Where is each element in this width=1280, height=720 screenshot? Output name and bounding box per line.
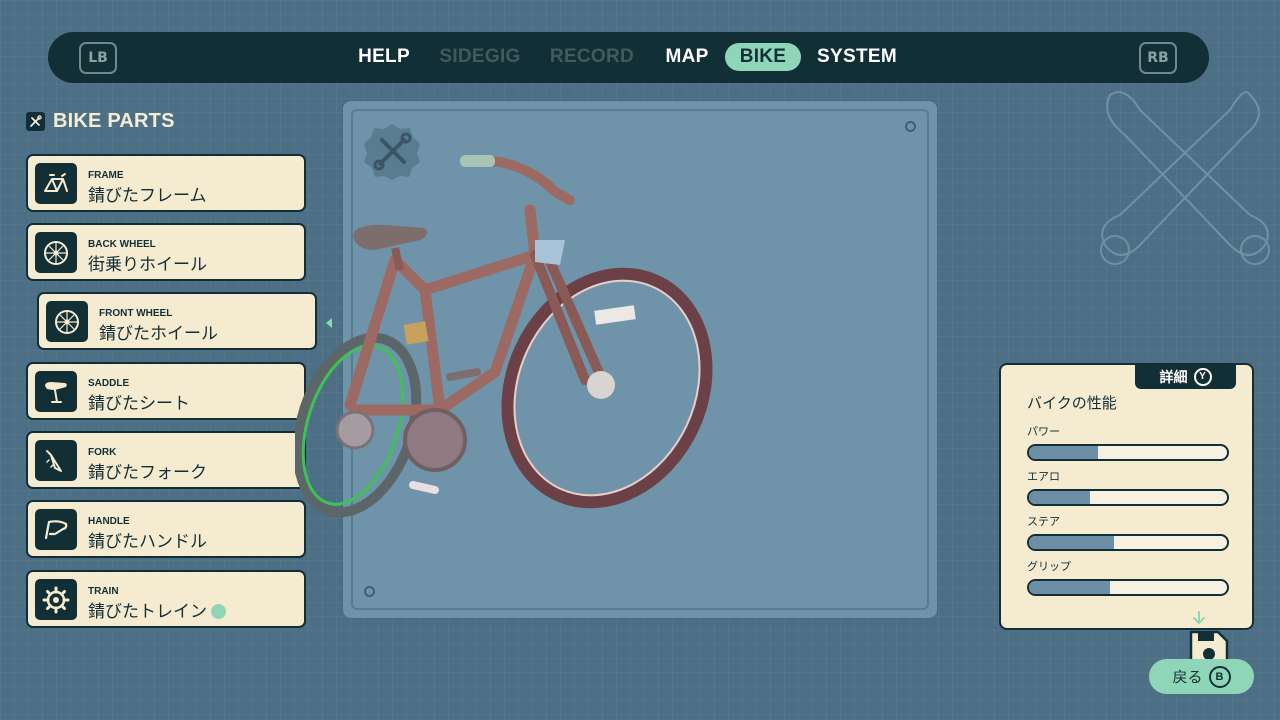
tab-system[interactable]: SYSTEM xyxy=(812,43,902,71)
tab-map[interactable]: MAP xyxy=(655,43,719,71)
stat-label: パワー xyxy=(1027,425,1060,438)
stat-aero: エアロ xyxy=(1027,468,1230,506)
new-badge-icon xyxy=(211,603,226,619)
back-button[interactable]: 戻る B xyxy=(1149,659,1254,694)
bike-parts-title: BIKE PARTS xyxy=(53,110,175,132)
frame-icon xyxy=(35,163,77,204)
part-card-frame[interactable]: FRAME 錆びたフレーム xyxy=(26,154,306,212)
part-name-label: 錆びたホイール xyxy=(99,324,218,344)
stat-bar xyxy=(1027,534,1229,551)
stat-bar xyxy=(1027,489,1229,506)
stat-grip: グリップ xyxy=(1027,558,1230,596)
top-nav-bar: LB HELP SIDEGIG RECORD MAP BIKE SYSTEM R… xyxy=(48,32,1209,83)
part-type-label: FRONT WHEEL xyxy=(99,308,173,319)
part-name-label: 錆びたフォーク xyxy=(88,463,207,483)
stat-bar-fill xyxy=(1029,446,1099,459)
part-name-label: 錆びたハンドル xyxy=(88,532,207,552)
part-card-fork[interactable]: FORK 錆びたフォーク xyxy=(26,431,306,489)
part-name-label: 錆びたトレイン xyxy=(88,597,226,622)
part-type-label: FORK xyxy=(88,447,117,458)
stat-label: ステア xyxy=(1027,515,1060,528)
stat-power: パワー xyxy=(1027,423,1230,461)
tab-record[interactable]: RECORD xyxy=(547,43,637,71)
fork-icon xyxy=(35,440,77,481)
stat-bar-fill xyxy=(1029,491,1091,504)
part-type-label: HANDLE xyxy=(88,516,130,527)
nav-tabs: HELP SIDEGIG RECORD MAP BIKE SYSTEM xyxy=(48,32,1209,83)
stat-bar xyxy=(1027,444,1229,461)
part-type-label: FRAME xyxy=(88,170,124,181)
saddle-icon xyxy=(35,371,77,412)
back-button-label: 戻る xyxy=(1172,668,1203,686)
details-tab[interactable]: 詳細 Y xyxy=(1135,364,1236,389)
stats-title: バイクの性能 xyxy=(1027,394,1117,412)
stat-steer: ステア xyxy=(1027,513,1230,551)
stat-label: グリップ xyxy=(1027,560,1071,573)
wrench-screwdriver-icon xyxy=(26,112,45,131)
stat-label: エアロ xyxy=(1027,470,1060,483)
wheel-icon xyxy=(46,301,88,342)
wheel-icon xyxy=(35,232,77,273)
wrench-background-icon xyxy=(1100,91,1270,265)
part-card-back-wheel[interactable]: BACK WHEEL 街乗りホイール xyxy=(26,223,306,281)
rb-shoulder-button[interactable]: RB xyxy=(1139,42,1177,74)
part-type-label: TRAIN xyxy=(88,586,119,597)
screw-icon xyxy=(905,121,916,132)
handle-icon xyxy=(35,509,77,550)
part-card-handle[interactable]: HANDLE 錆びたハンドル xyxy=(26,500,306,558)
part-card-saddle[interactable]: SADDLE 錆びたシート xyxy=(26,362,306,420)
stat-bar-fill xyxy=(1029,581,1111,594)
screw-icon xyxy=(364,586,375,597)
part-name-label: 錆びたフレーム xyxy=(88,186,207,206)
stat-bar xyxy=(1027,579,1229,596)
y-button-icon: Y xyxy=(1193,367,1212,386)
part-card-front-wheel[interactable]: FRONT WHEEL 錆びたホイール xyxy=(37,292,317,350)
part-name-label: 錆びたシート xyxy=(88,394,190,414)
b-button-icon: B xyxy=(1208,665,1231,688)
details-tab-label: 詳細 xyxy=(1159,369,1188,386)
tab-help[interactable]: HELP xyxy=(349,43,419,71)
part-name-text: 錆びたトレイン xyxy=(88,602,207,622)
part-type-label: SADDLE xyxy=(88,378,130,389)
part-name-label: 街乗りホイール xyxy=(88,255,207,275)
bike-parts-header: BIKE PARTS xyxy=(26,110,175,133)
bike-stats-panel: 詳細 Y バイクの性能 パワー エアロ ステア グリップ xyxy=(999,363,1254,630)
part-type-label: BACK WHEEL xyxy=(88,239,156,250)
stat-bar-fill xyxy=(1029,536,1115,549)
part-card-train[interactable]: TRAIN 錆びたトレイン xyxy=(26,570,306,628)
gear-icon xyxy=(35,579,77,620)
tab-bike[interactable]: BIKE xyxy=(725,43,801,71)
bike-illustration xyxy=(295,155,713,518)
tab-sidegig[interactable]: SIDEGIG xyxy=(435,43,525,71)
